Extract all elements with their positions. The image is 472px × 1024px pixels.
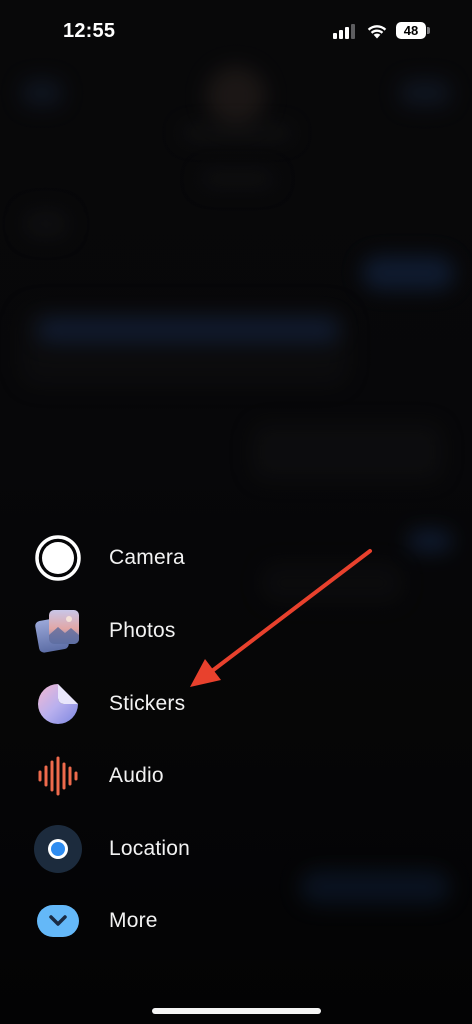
wifi-icon <box>367 25 387 39</box>
battery-tip <box>427 27 430 34</box>
menu-item-label: Stickers <box>109 692 186 715</box>
camera-icon <box>30 530 86 586</box>
menu-item-audio[interactable]: Audio <box>30 746 290 806</box>
chevron-down-icon <box>30 893 86 949</box>
menu-item-location[interactable]: Location <box>30 819 290 879</box>
menu-item-label: Audio <box>109 764 164 787</box>
location-icon <box>30 821 86 877</box>
menu-item-more[interactable]: More <box>30 891 290 951</box>
menu-item-camera[interactable]: Camera <box>30 528 290 588</box>
stickers-icon <box>30 676 86 732</box>
menu-item-label: More <box>109 909 158 932</box>
battery-icon: 48 <box>396 22 426 39</box>
photos-icon <box>30 603 86 659</box>
menu-item-stickers[interactable]: Stickers <box>30 674 290 734</box>
menu-item-label: Location <box>109 837 190 860</box>
status-time: 12:55 <box>63 20 116 42</box>
status-bar: 12:55 48 <box>0 0 472 60</box>
cellular-signal-icon <box>333 24 359 39</box>
menu-item-photos[interactable]: Photos <box>30 601 290 661</box>
audio-waveform-icon <box>30 748 86 804</box>
menu-item-label: Photos <box>109 619 176 642</box>
home-indicator[interactable] <box>152 1008 321 1014</box>
menu-item-label: Camera <box>109 546 185 569</box>
